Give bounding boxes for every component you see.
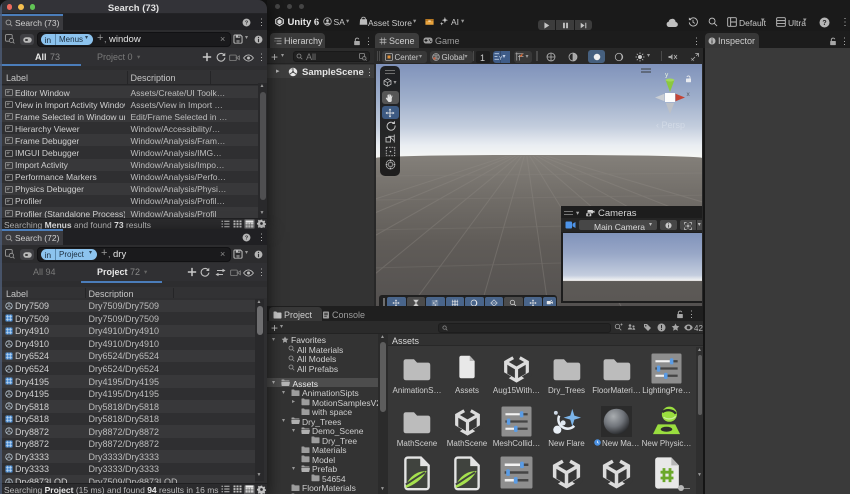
svg-text:x: x xyxy=(687,91,691,98)
svg-text:y: y xyxy=(665,72,669,79)
svg-text:?: ? xyxy=(822,20,826,27)
